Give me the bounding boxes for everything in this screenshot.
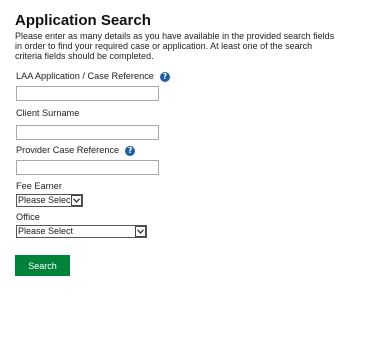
office-label: Office <box>16 212 40 222</box>
application-search-page: Application Search Please enter as many … <box>15 12 375 61</box>
laa-reference-input[interactable] <box>16 86 159 101</box>
office-selected-value: Please Select <box>18 226 74 236</box>
fee-earner-label: Fee Earner <box>16 181 62 191</box>
laa-reference-group: LAA Application / Case Reference ? <box>16 71 170 101</box>
provider-case-reference-input[interactable] <box>16 160 159 175</box>
help-question-icon[interactable]: ? <box>159 71 170 82</box>
provider-case-reference-group: Provider Case Reference ? <box>16 145 159 175</box>
fee-earner-group: Fee Earner Please Select <box>16 181 83 207</box>
search-button[interactable]: Search <box>15 255 70 276</box>
help-question-icon[interactable]: ? <box>125 145 136 156</box>
fee-earner-selected-value: Please Select <box>18 195 71 205</box>
page-intro: Please enter as many details as you have… <box>15 31 335 61</box>
provider-case-reference-label: Provider Case Reference <box>16 145 120 155</box>
client-surname-label: Client Surname <box>16 108 80 118</box>
chevron-down-icon <box>71 195 82 206</box>
chevron-down-icon <box>135 226 146 237</box>
client-surname-group: Client Surname <box>16 108 159 140</box>
laa-reference-label: LAA Application / Case Reference <box>16 71 154 81</box>
office-group: Office Please Select <box>16 212 147 238</box>
page-title: Application Search <box>15 12 151 29</box>
fee-earner-select[interactable]: Please Select <box>16 194 83 207</box>
office-select[interactable]: Please Select <box>16 225 147 238</box>
client-surname-input[interactable] <box>16 125 159 140</box>
